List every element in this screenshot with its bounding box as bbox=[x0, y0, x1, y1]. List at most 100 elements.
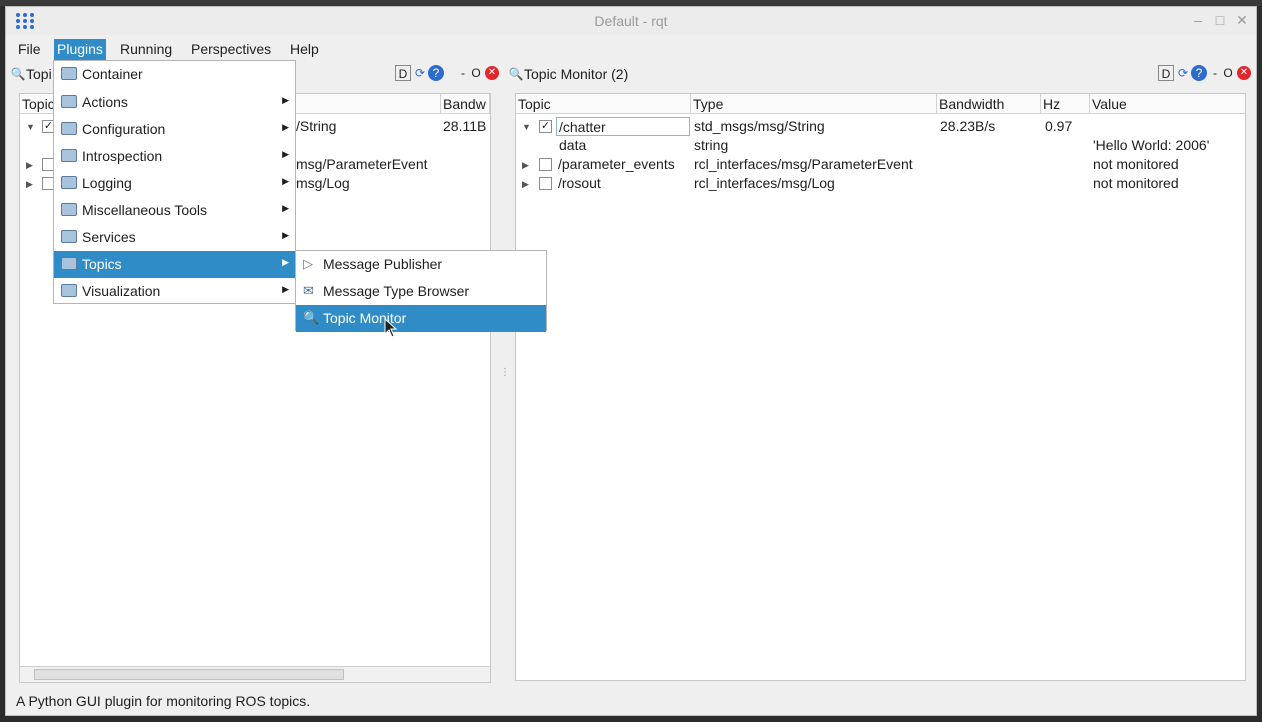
topics-submenu: ▷ Message Publisher ✉ Message Type Browser… bbox=[295, 250, 547, 332]
folder-icon bbox=[61, 284, 77, 297]
expand-icon[interactable]: ▶ bbox=[26, 160, 33, 171]
minimize-icon[interactable]: – bbox=[1189, 11, 1207, 29]
col-type-label: Type bbox=[693, 96, 724, 112]
play-icon: ▷ bbox=[303, 256, 313, 271]
col-hz[interactable]: Hz bbox=[1041, 94, 1090, 114]
menu-file[interactable]: File bbox=[15, 39, 44, 60]
menu-item-actions[interactable]: Actions ▶ bbox=[54, 89, 295, 116]
topic-type: rcl_interfaces/msg/ParameterEvent bbox=[694, 156, 913, 172]
col-hz-label: Hz bbox=[1043, 96, 1061, 112]
submenu-arrow-icon: ▶ bbox=[282, 257, 289, 267]
expand-icon[interactable]: ▼ bbox=[26, 122, 35, 132]
col-topic[interactable]: Topic bbox=[516, 94, 691, 114]
menu-item-label: Logging bbox=[82, 175, 132, 191]
topic-value: not monitored bbox=[1093, 156, 1179, 172]
menu-file-label: File bbox=[18, 41, 41, 57]
splitter-handle[interactable]: ⋮ bbox=[500, 367, 510, 387]
menu-help-label: Help bbox=[290, 41, 319, 57]
menu-item-label: Miscellaneous Tools bbox=[82, 202, 208, 218]
menu-item-visualization[interactable]: Visualization ▶ bbox=[54, 278, 295, 305]
left-col-bandwidth[interactable]: Bandw bbox=[441, 94, 490, 114]
submenu-arrow-icon: ▶ bbox=[282, 95, 289, 105]
menu-item-services[interactable]: Services ▶ bbox=[54, 224, 295, 251]
left-row-type: /String bbox=[296, 118, 337, 134]
topic-type: rcl_interfaces/msg/Log bbox=[694, 175, 835, 191]
menu-item-label: Message Type Browser bbox=[323, 283, 470, 299]
menu-item-label: Visualization bbox=[82, 283, 161, 299]
float-panel-button[interactable]: O bbox=[468, 65, 484, 81]
refresh-icon[interactable]: ⟳ bbox=[1175, 65, 1191, 81]
left-row-type: msg/ParameterEvent bbox=[296, 156, 428, 172]
folder-icon bbox=[61, 95, 77, 108]
menu-plugins[interactable]: Plugins bbox=[54, 39, 106, 60]
menu-bar: File Plugins Running Perspectives Help bbox=[6, 36, 1256, 60]
expand-icon[interactable]: ▶ bbox=[26, 179, 33, 190]
menu-plugins-label: Plugins bbox=[57, 41, 103, 57]
row-checkbox[interactable]: ✓ bbox=[539, 120, 552, 133]
topic-name: /parameter_events bbox=[558, 156, 675, 172]
col-value[interactable]: Value bbox=[1090, 94, 1245, 114]
folder-icon bbox=[61, 257, 77, 270]
topic-bandwidth: 28.23B/s bbox=[940, 118, 996, 134]
menu-perspectives-label: Perspectives bbox=[191, 41, 272, 57]
expand-icon[interactable]: ▶ bbox=[522, 179, 529, 190]
row-checkbox[interactable] bbox=[539, 177, 552, 190]
menu-running-label: Running bbox=[120, 41, 173, 57]
help-icon[interactable]: ? bbox=[428, 65, 444, 81]
col-bandwidth[interactable]: Bandwidth bbox=[937, 94, 1041, 114]
submenu-arrow-icon: ▶ bbox=[282, 203, 289, 213]
menu-item-introspection[interactable]: Introspection ▶ bbox=[54, 143, 295, 170]
folder-icon bbox=[61, 122, 77, 135]
menu-item-topics[interactable]: Topics ▶ bbox=[54, 251, 295, 278]
close-window-icon[interactable]: ✕ bbox=[1233, 11, 1251, 29]
window-title: Default - rqt bbox=[594, 13, 668, 29]
maximize-icon[interactable]: □ bbox=[1211, 11, 1229, 29]
col-type[interactable]: Type bbox=[691, 94, 937, 114]
menu-item-configuration[interactable]: Configuration ▶ bbox=[54, 116, 295, 143]
close-panel-icon[interactable]: ✕ bbox=[1237, 66, 1251, 80]
collapse-icon[interactable]: ▼ bbox=[522, 122, 531, 132]
row-checkbox[interactable] bbox=[539, 158, 552, 171]
menu-item-message-type-browser[interactable]: ✉ Message Type Browser bbox=[296, 278, 546, 305]
folder-icon bbox=[61, 176, 77, 189]
refresh-icon[interactable]: ⟳ bbox=[412, 65, 428, 81]
menu-item-miscellaneous-tools[interactable]: Miscellaneous Tools ▶ bbox=[54, 197, 295, 224]
topic-type: std_msgs/msg/String bbox=[694, 118, 825, 134]
topic-hz: 0.97 bbox=[1045, 118, 1073, 134]
folder-icon bbox=[61, 149, 77, 162]
field-name: data bbox=[559, 137, 587, 153]
title-bar: Default - rqt – □ ✕ bbox=[6, 7, 1256, 35]
menu-running[interactable]: Running bbox=[117, 39, 175, 60]
dock-button[interactable]: D bbox=[1158, 65, 1174, 81]
status-bar: A Python GUI plugin for monitoring ROS t… bbox=[16, 693, 311, 709]
menu-item-label: Services bbox=[82, 229, 136, 245]
right-panel-title: Topic Monitor (2) bbox=[524, 66, 629, 82]
menu-item-topic-monitor[interactable]: 🔍 Topic Monitor bbox=[296, 305, 546, 332]
col-value-label: Value bbox=[1092, 96, 1127, 112]
left-col-bandwidth-label: Bandw bbox=[443, 96, 486, 112]
left-row-bandwidth: 28.11B bbox=[443, 118, 487, 134]
menu-item-logging[interactable]: Logging ▶ bbox=[54, 170, 295, 197]
menu-item-message-publisher[interactable]: ▷ Message Publisher bbox=[296, 251, 546, 278]
menu-item-label: Topics bbox=[82, 256, 122, 272]
menu-perspectives[interactable]: Perspectives bbox=[188, 39, 274, 60]
dock-button[interactable]: D bbox=[395, 65, 411, 81]
horizontal-scrollbar[interactable] bbox=[20, 666, 490, 682]
close-panel-icon[interactable]: ✕ bbox=[485, 66, 499, 80]
menu-item-container[interactable]: Container bbox=[54, 61, 295, 88]
help-icon[interactable]: ? bbox=[1191, 65, 1207, 81]
menu-item-label: Introspection bbox=[82, 148, 163, 164]
mouse-cursor-icon bbox=[384, 317, 398, 338]
folder-icon bbox=[61, 203, 77, 216]
topic-name[interactable]: /chatter bbox=[556, 117, 690, 136]
menu-item-label: Actions bbox=[82, 94, 128, 110]
topic-value: not monitored bbox=[1093, 175, 1179, 191]
search-icon: 🔍 bbox=[508, 67, 524, 81]
left-col-topic-label: Topic bbox=[22, 96, 55, 112]
scrollbar-thumb[interactable] bbox=[34, 669, 344, 680]
menu-help[interactable]: Help bbox=[287, 39, 322, 60]
topic-monitor-tree[interactable]: Topic Type Bandwidth Hz Value ▼ ✓ /chatt… bbox=[515, 93, 1246, 681]
submenu-arrow-icon: ▶ bbox=[282, 230, 289, 240]
expand-icon[interactable]: ▶ bbox=[522, 160, 529, 171]
float-panel-button[interactable]: O bbox=[1220, 65, 1236, 81]
